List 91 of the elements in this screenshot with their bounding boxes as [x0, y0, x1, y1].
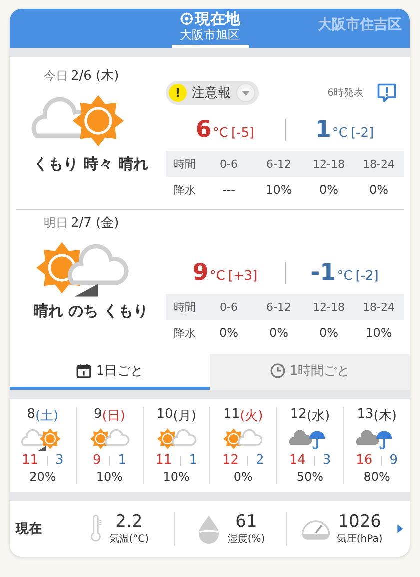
rain-chance: 10% — [163, 470, 190, 484]
reading-label: 気温(°C) — [109, 533, 150, 546]
clock-icon — [270, 362, 286, 378]
high-temp: 12 — [222, 453, 240, 468]
table-cell-text: 12-18 — [312, 158, 346, 170]
view-tab[interactable]: 1日ごと — [10, 354, 210, 390]
day-number: 11 — [224, 407, 240, 424]
location-name: 大阪市旭区 — [180, 28, 240, 43]
weekday: (日) — [102, 408, 126, 425]
rain-chance: 20% — [30, 470, 56, 484]
reading-value: 1026 — [338, 512, 382, 532]
table-cell-text: 18-24 — [362, 300, 396, 314]
table-cell-text: 0% — [368, 183, 390, 197]
location-title: 現在地 — [196, 10, 240, 28]
low-temp: 2 — [256, 453, 264, 468]
temp-unit: °C — [212, 126, 228, 141]
reading-label: 湿度(%) — [228, 532, 266, 546]
low-temp: 3 — [322, 453, 332, 468]
high-temp: 9 — [92, 453, 102, 468]
temp-diff: [-2] — [356, 269, 379, 284]
table-cell-text: 10% — [364, 326, 394, 340]
weekday: (木) — [374, 408, 397, 425]
day-label: 今日 — [44, 68, 68, 85]
table-cell-text: 0-6 — [219, 300, 239, 314]
table-cell-text: 降水 — [173, 326, 197, 340]
day-number: 10 — [156, 407, 174, 424]
table-cell-text: 18-24 — [362, 158, 396, 170]
table-cell-text: 6-12 — [266, 158, 292, 170]
table-cell-text: 降水 — [173, 182, 197, 198]
location-tab[interactable]: 大阪市住吉区 — [318, 16, 402, 34]
table-cell-text: 12-18 — [312, 300, 346, 314]
rain-chance: 80% — [364, 470, 390, 484]
low-temp: -1 — [310, 260, 336, 286]
day-date: 2/7 (金) — [71, 215, 120, 232]
table-cell-text: 0% — [268, 326, 290, 340]
reading-value: 2.2 — [116, 512, 143, 532]
high-temp: 14 — [289, 453, 306, 468]
temp-unit: °C — [210, 269, 226, 284]
weekday: (水) — [306, 408, 330, 425]
rain-chance: 0% — [234, 470, 253, 484]
weekday: (土) — [35, 408, 59, 425]
weekday: (月) — [173, 408, 196, 425]
warning-dropdown[interactable]: ! 注意報 — [166, 81, 259, 105]
current-label: 現在 — [16, 521, 43, 538]
high-temp: 6 — [196, 117, 212, 143]
next-arrow-icon[interactable] — [396, 524, 404, 534]
weekday: (火) — [240, 408, 264, 425]
rain-chance: 10% — [96, 470, 124, 484]
temp-unit: °C — [332, 126, 348, 141]
high-temp: 11 — [22, 453, 39, 468]
view-tab[interactable]: 1時間ごと — [210, 354, 410, 390]
low-temp: 1 — [118, 453, 127, 468]
reading-value: 61 — [236, 512, 258, 532]
location-icon — [180, 12, 194, 26]
reading-label: 気圧(hPa) — [336, 533, 383, 546]
temp-diff: [-5] — [231, 126, 255, 141]
high-temp: 16 — [356, 453, 373, 468]
temp-diff: [+3] — [228, 269, 258, 284]
low-temp: 1 — [189, 453, 198, 468]
day-number: 9 — [94, 407, 102, 424]
high-temp: 9 — [192, 260, 209, 286]
table-cell-text: --- — [222, 183, 236, 197]
low-temp: 3 — [56, 453, 64, 468]
caret-icon — [236, 83, 256, 103]
day-number: 8 — [27, 407, 36, 424]
day-number: 13 — [357, 407, 374, 424]
weather-text: 晴れ のち くもり — [33, 302, 149, 321]
table-cell-text: 0% — [218, 326, 240, 340]
table-cell-text: 10% — [264, 183, 294, 197]
table-cell-text: 時間 — [173, 156, 197, 172]
day-date: 2/6 (木) — [71, 68, 120, 85]
table-cell-text: 0% — [318, 183, 340, 197]
table-cell-text: 6-12 — [266, 300, 292, 314]
table-cell-text: 0% — [318, 326, 340, 340]
thermometer-icon — [89, 514, 104, 544]
table-cell-text: 0-6 — [219, 158, 239, 170]
warning-icon: ! — [169, 84, 187, 102]
rain-chance: 50% — [296, 470, 324, 484]
high-temp: 11 — [156, 453, 172, 468]
day-label: 明日 — [44, 215, 68, 232]
table-cell-text: 時間 — [173, 300, 197, 314]
warning-label: 注意報 — [192, 85, 231, 102]
temp-unit: °C — [337, 269, 353, 284]
low-temp: 1 — [315, 117, 332, 143]
issued-time: 6時発表 — [328, 86, 364, 100]
calendar-icon — [76, 362, 92, 378]
day-number: 12 — [290, 407, 307, 424]
feedback-icon[interactable] — [376, 82, 398, 104]
temp-diff: [-2] — [350, 126, 374, 141]
low-temp: 9 — [390, 453, 398, 468]
weather-text: くもり 時々 晴れ — [33, 155, 149, 174]
